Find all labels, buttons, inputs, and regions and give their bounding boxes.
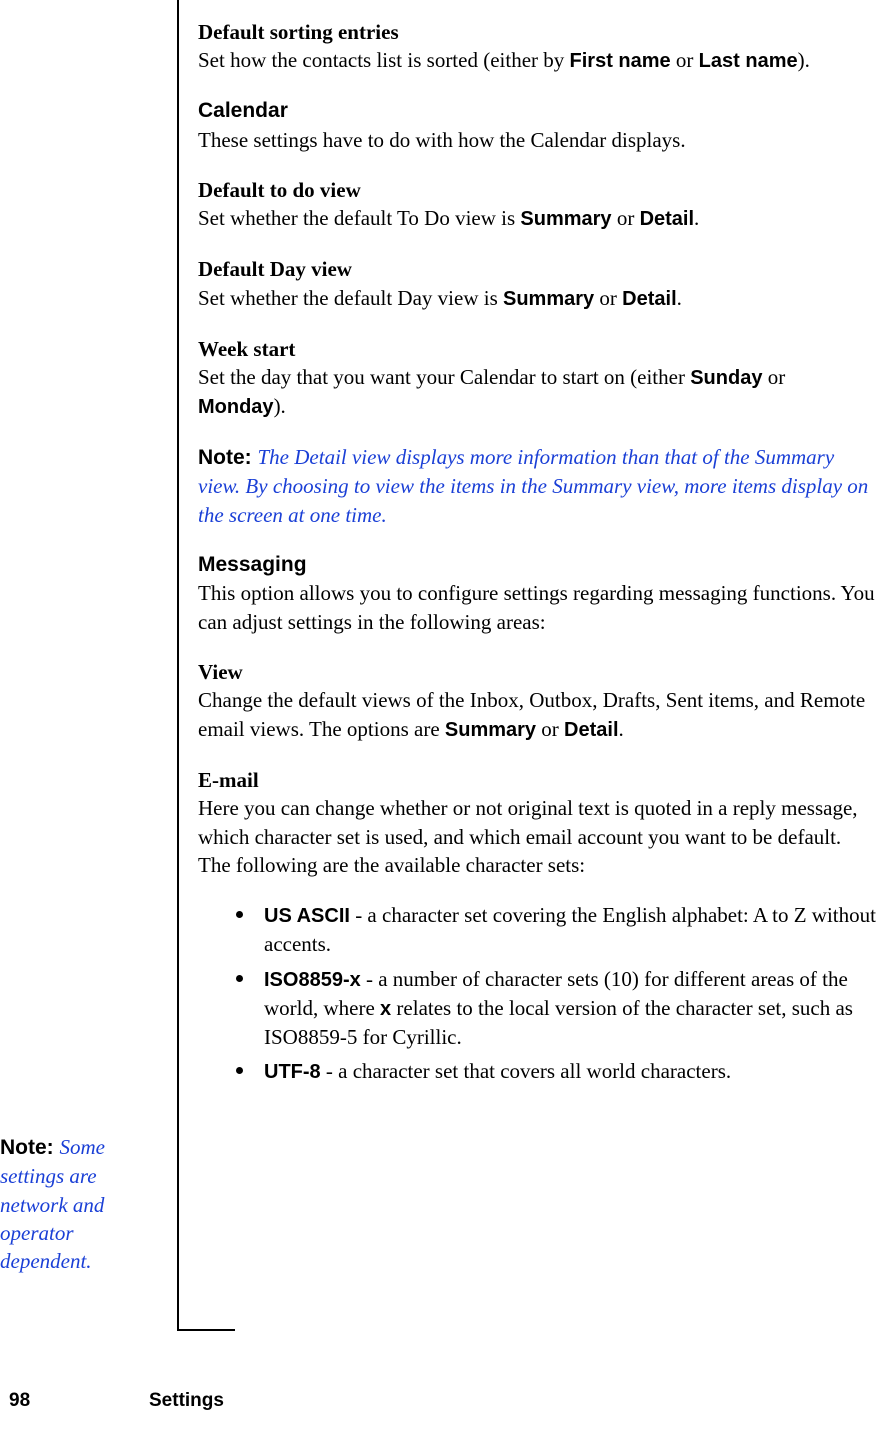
bullet-icon (236, 1067, 243, 1074)
section-week-start: Week start Set the day that you want you… (198, 335, 878, 421)
section-calendar: Calendar These settings have to do with … (198, 97, 878, 154)
heading: Week start (198, 335, 878, 363)
document-page: Default sorting entries Set how the cont… (0, 0, 892, 1439)
body-text: Set the day that you want your Calendar … (198, 363, 878, 421)
charset-list: US ASCII - a character set covering the … (198, 901, 878, 1086)
bullet-icon (236, 975, 243, 982)
body-text: Set whether the default Day view is Summ… (198, 284, 878, 313)
body-text: Set whether the default To Do view is Su… (198, 204, 878, 233)
main-column: Default sorting entries Set how the cont… (198, 18, 878, 1092)
heading: Default sorting entries (198, 18, 878, 46)
body-text: Here you can change whether or not origi… (198, 794, 878, 879)
footer-title: Settings (149, 1390, 224, 1411)
heading: Default Day view (198, 255, 878, 283)
section-default-todo: Default to do view Set whether the defau… (198, 176, 878, 233)
note-label: Note: (198, 446, 258, 469)
body-text: Set how the contacts list is sorted (eit… (198, 46, 878, 75)
heading: Messaging (198, 551, 878, 579)
bullet-icon (236, 911, 243, 918)
list-item: UTF-8 - a character set that covers all … (198, 1057, 878, 1086)
heading: E-mail (198, 766, 878, 794)
page-number: 98 (9, 1388, 149, 1414)
side-note: Note: Some settings are network and oper… (0, 1133, 160, 1276)
note-body: The Detail view displays more informatio… (198, 445, 868, 527)
heading: View (198, 658, 878, 686)
section-view: View Change the default views of the Inb… (198, 658, 878, 744)
section-email: E-mail Here you can change whether or no… (198, 766, 878, 879)
section-default-day: Default Day view Set whether the default… (198, 255, 878, 312)
horizontal-rule (177, 1329, 235, 1331)
list-item: US ASCII - a character set covering the … (198, 901, 878, 958)
note-detail-summary: Note: The Detail view displays more info… (198, 443, 878, 529)
list-item: ISO8859-x - a number of character sets (… (198, 965, 878, 1051)
heading: Calendar (198, 97, 878, 125)
page-footer: 98Settings (9, 1388, 869, 1414)
body-text: Change the default views of the Inbox, O… (198, 686, 878, 743)
body-text: This option allows you to configure sett… (198, 579, 878, 636)
body-text: These settings have to do with how the C… (198, 126, 878, 154)
section-default-sorting: Default sorting entries Set how the cont… (198, 18, 878, 75)
note-label: Note: (0, 1136, 60, 1159)
vertical-rule (177, 0, 179, 1329)
section-messaging: Messaging This option allows you to conf… (198, 551, 878, 636)
heading: Default to do view (198, 176, 878, 204)
